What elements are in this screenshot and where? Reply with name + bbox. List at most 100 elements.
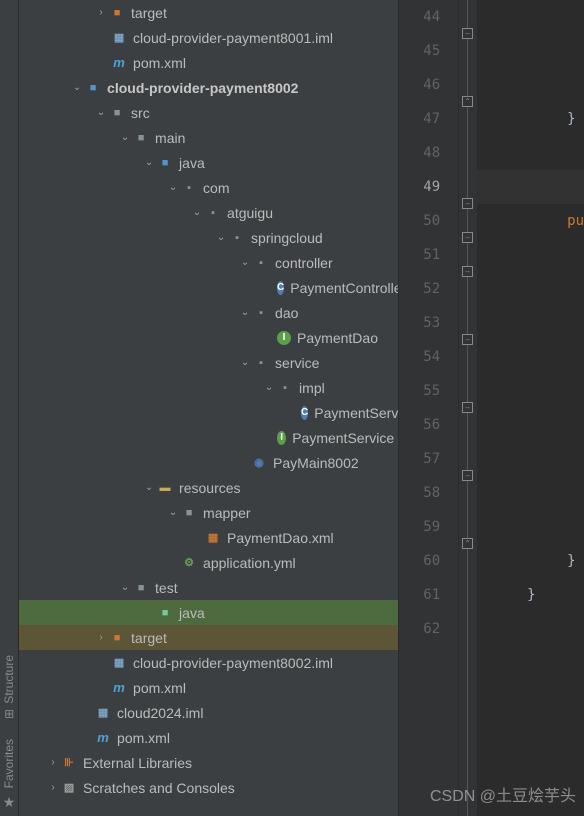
line-number[interactable]: 49 <box>399 170 458 204</box>
chevron-down-icon[interactable]: ⌄ <box>191 207 203 219</box>
fold-gutter[interactable]: – ⌃ – – – – – – ⌃ <box>459 0 477 816</box>
line-number[interactable]: 52 <box>399 272 458 306</box>
chevron-down-icon[interactable]: ⌄ <box>239 257 251 269</box>
line-number[interactable]: 56 <box>399 408 458 442</box>
tree-node-pom[interactable]: m pom.xml <box>19 675 398 700</box>
chevron-down-icon[interactable]: ⌄ <box>215 232 227 244</box>
code-area[interactable]: } @O pu } } <box>477 0 584 816</box>
line-number-gutter[interactable]: 44 45 46 47 48 49 50 51 52 53 54 55 56 5… <box>399 0 459 816</box>
line-number[interactable]: 55 <box>399 374 458 408</box>
code-line[interactable]: } <box>507 578 584 612</box>
tree-node-java[interactable]: ⌄ ■ java <box>19 150 398 175</box>
code-line[interactable] <box>507 272 584 306</box>
chevron-down-icon[interactable]: ⌄ <box>143 157 155 169</box>
code-line[interactable]: } <box>507 102 584 136</box>
tree-node-java-test[interactable]: ■ java <box>19 600 398 625</box>
tree-node-resources[interactable]: ⌄ ▬ resources <box>19 475 398 500</box>
line-number[interactable]: 60 <box>399 544 458 578</box>
tree-node-dao[interactable]: ⌄ ▪ dao <box>19 300 398 325</box>
tree-node-atguigu[interactable]: ⌄ ▪ atguigu <box>19 200 398 225</box>
chevron-down-icon[interactable]: ⌄ <box>71 82 83 94</box>
tree-node-iml[interactable]: ▦ cloud-provider-payment8002.iml <box>19 650 398 675</box>
line-number[interactable]: 50 <box>399 204 458 238</box>
chevron-down-icon[interactable]: ⌄ <box>167 182 179 194</box>
code-line[interactable] <box>507 442 584 476</box>
chevron-right-icon[interactable]: › <box>95 632 107 644</box>
fold-marker-icon[interactable]: ⌃ <box>462 538 473 549</box>
line-number[interactable]: 57 <box>399 442 458 476</box>
line-number[interactable]: 48 <box>399 136 458 170</box>
tree-node-com[interactable]: ⌄ ▪ com <box>19 175 398 200</box>
chevron-right-icon[interactable]: › <box>47 782 59 794</box>
fold-marker-icon[interactable]: – <box>462 470 473 481</box>
chevron-down-icon[interactable]: ⌄ <box>239 307 251 319</box>
tree-node-xml[interactable]: ▦ PaymentDao.xml <box>19 525 398 550</box>
code-line[interactable] <box>507 612 584 646</box>
tree-node-class[interactable]: ◉ PayMain8002 <box>19 450 398 475</box>
code-line[interactable] <box>507 238 584 272</box>
line-number[interactable]: 54 <box>399 340 458 374</box>
tree-node-external-libs[interactable]: › ⊪ External Libraries <box>19 750 398 775</box>
chevron-down-icon[interactable]: ⌄ <box>239 357 251 369</box>
tree-node-iml[interactable]: ▦ cloud-provider-payment8001.iml <box>19 25 398 50</box>
tree-node-impl[interactable]: ⌄ ▪ impl <box>19 375 398 400</box>
code-line[interactable]: pu <box>507 204 584 238</box>
chevron-down-icon[interactable]: ⌄ <box>95 107 107 119</box>
chevron-down-icon[interactable]: ⌄ <box>119 132 131 144</box>
tree-node-src[interactable]: ⌄ ■ src <box>19 100 398 125</box>
code-line[interactable]: } <box>507 544 584 578</box>
line-number[interactable]: 45 <box>399 34 458 68</box>
fold-marker-icon[interactable]: – <box>462 198 473 209</box>
code-line[interactable] <box>507 408 584 442</box>
tree-node-test[interactable]: ⌄ ■ test <box>19 575 398 600</box>
tree-node-target[interactable]: › ■ target <box>19 0 398 25</box>
line-number[interactable]: 58 <box>399 476 458 510</box>
code-line[interactable] <box>507 136 584 170</box>
code-line[interactable] <box>507 510 584 544</box>
fold-marker-icon[interactable]: – <box>462 266 473 277</box>
tree-node-class[interactable]: C PaymentServiceIm <box>19 400 398 425</box>
code-line[interactable] <box>507 0 584 34</box>
project-tree[interactable]: › ■ target ▦ cloud-provider-payment8001.… <box>19 0 398 800</box>
tree-node-target[interactable]: › ■ target <box>19 625 398 650</box>
tree-node-controller[interactable]: ⌄ ▪ controller <box>19 250 398 275</box>
line-number[interactable]: 44 <box>399 0 458 34</box>
code-line[interactable] <box>507 68 584 102</box>
code-line[interactable] <box>507 306 584 340</box>
code-line[interactable] <box>507 476 584 510</box>
tree-node-pom[interactable]: m pom.xml <box>19 50 398 75</box>
line-number[interactable]: 53 <box>399 306 458 340</box>
tree-node-service[interactable]: ⌄ ▪ service <box>19 350 398 375</box>
editor-panel[interactable]: 44 45 46 47 48 49 50 51 52 53 54 55 56 5… <box>399 0 584 816</box>
fold-marker-icon[interactable]: – <box>462 402 473 413</box>
tree-node-mapper[interactable]: ⌄ ■ mapper <box>19 500 398 525</box>
fold-marker-icon[interactable]: – <box>462 232 473 243</box>
line-number[interactable]: 51 <box>399 238 458 272</box>
chevron-down-icon[interactable]: ⌄ <box>119 582 131 594</box>
project-tree-panel[interactable]: › ■ target ▦ cloud-provider-payment8001.… <box>19 0 399 816</box>
tree-node-main[interactable]: ⌄ ■ main <box>19 125 398 150</box>
fold-marker-icon[interactable]: ⌃ <box>462 96 473 107</box>
chevron-right-icon[interactable]: › <box>95 7 107 19</box>
line-number[interactable]: 61 <box>399 578 458 612</box>
chevron-down-icon[interactable]: ⌄ <box>263 382 275 394</box>
chevron-down-icon[interactable]: ⌄ <box>167 507 179 519</box>
line-number[interactable]: 47 <box>399 102 458 136</box>
structure-tab[interactable]: ⊞ Structure <box>2 655 16 719</box>
line-number[interactable]: 59 <box>399 510 458 544</box>
tree-node-pom[interactable]: m pom.xml <box>19 725 398 750</box>
tree-node-iml[interactable]: ▦ cloud2024.iml <box>19 700 398 725</box>
code-line[interactable] <box>507 34 584 68</box>
tree-node-springcloud[interactable]: ⌄ ▪ springcloud <box>19 225 398 250</box>
chevron-down-icon[interactable]: ⌄ <box>143 482 155 494</box>
fold-marker-icon[interactable]: – <box>462 334 473 345</box>
tree-node-class[interactable]: C PaymentController <box>19 275 398 300</box>
fold-marker-icon[interactable]: – <box>462 28 473 39</box>
tree-node-interface[interactable]: I PaymentDao <box>19 325 398 350</box>
line-number[interactable]: 46 <box>399 68 458 102</box>
line-number[interactable]: 62 <box>399 612 458 646</box>
tree-node-scratches[interactable]: › ▨ Scratches and Consoles <box>19 775 398 800</box>
favorites-tab[interactable]: Favorites <box>2 739 16 788</box>
code-line[interactable] <box>507 374 584 408</box>
code-line[interactable] <box>507 340 584 374</box>
